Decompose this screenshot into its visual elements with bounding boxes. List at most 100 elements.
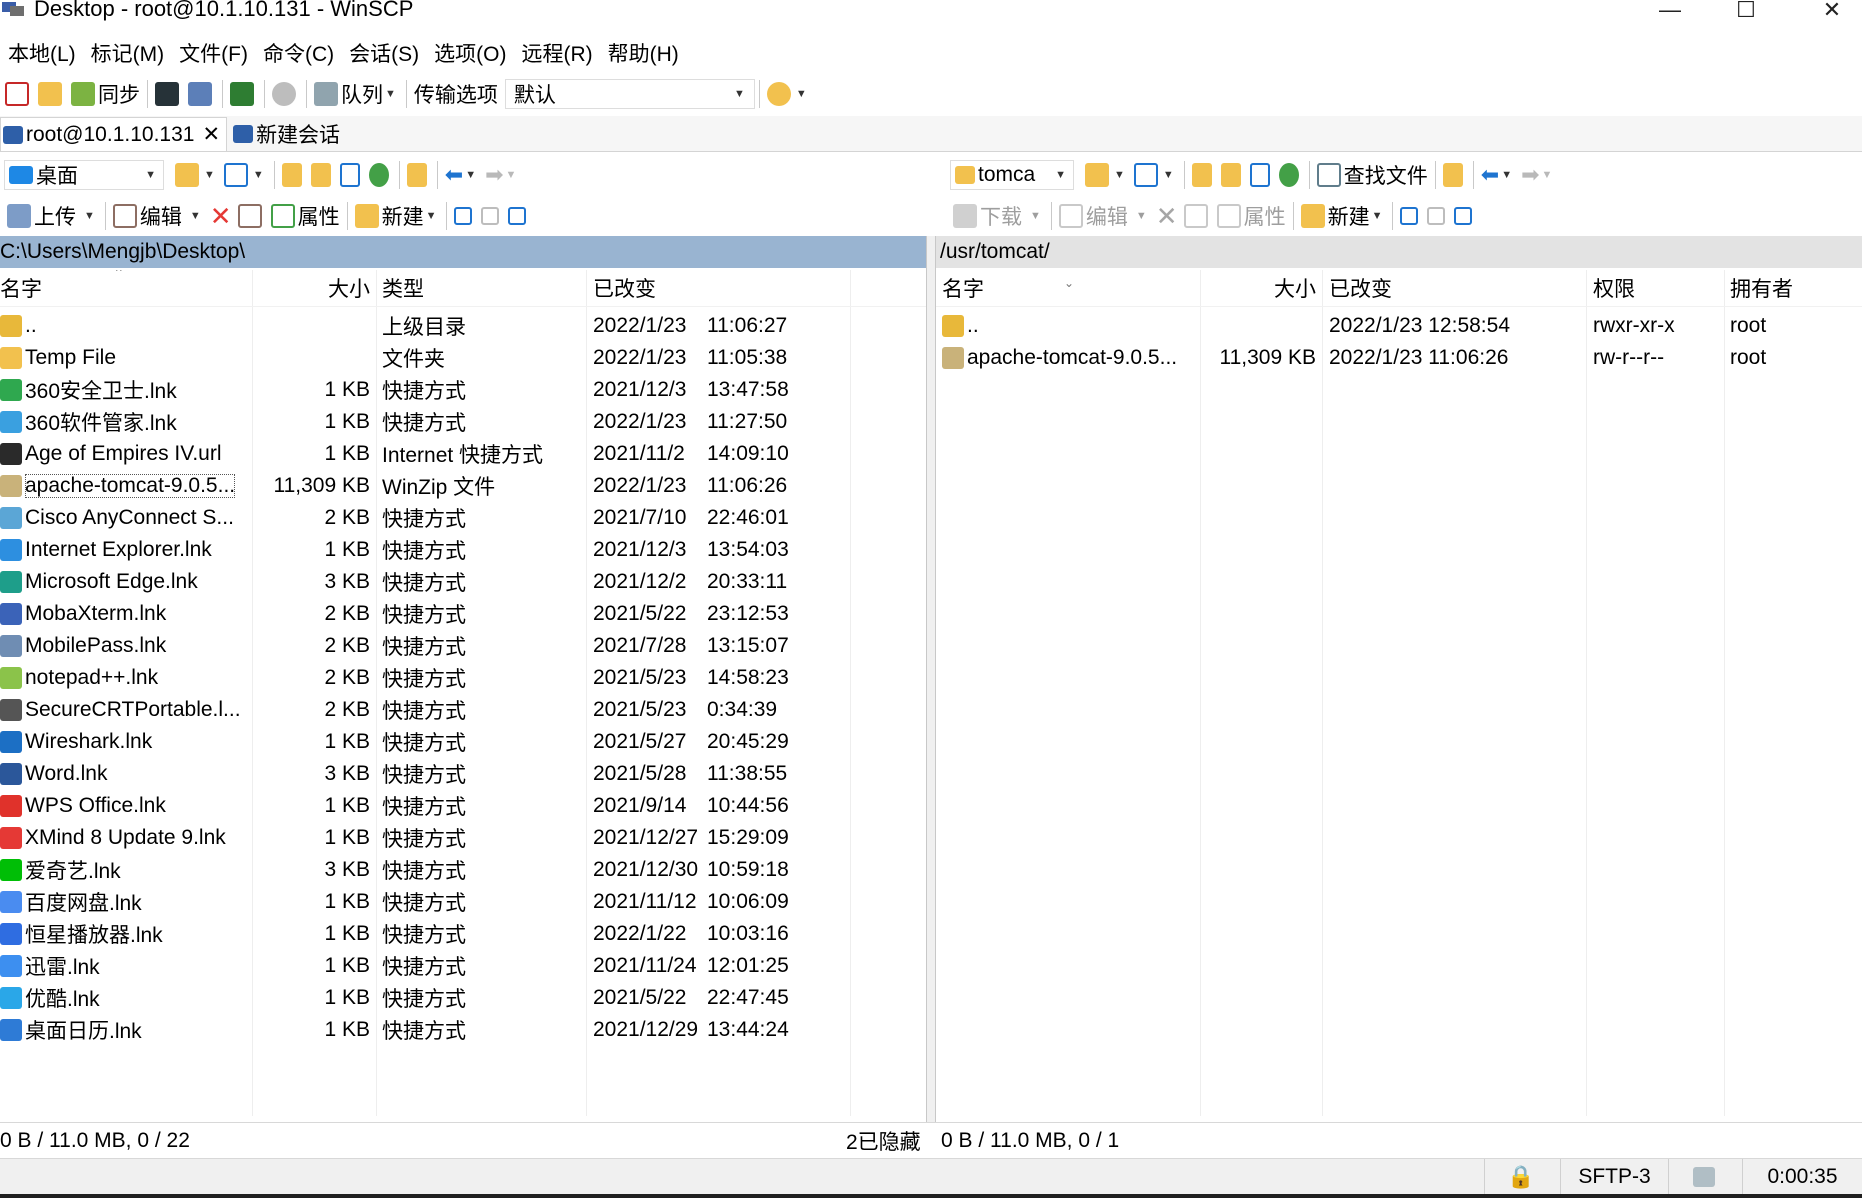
table-row[interactable]: 百度网盘.lnk 1 KB 快捷方式 2021/11/12 10:06:09 <box>0 886 926 918</box>
close-window-button[interactable]: ✕ <box>1802 0 1862 28</box>
table-row[interactable]: 恒星播放器.lnk 1 KB 快捷方式 2022/1/22 10:03:16 <box>0 918 926 950</box>
table-row[interactable]: 桌面日历.lnk 1 KB 快捷方式 2021/12/29 13:44:24 <box>0 1014 926 1046</box>
transfer-settings-button[interactable]: ▼ <box>764 78 813 110</box>
encryption-indicator[interactable]: 🔒 <box>1484 1159 1560 1195</box>
panel-splitter[interactable] <box>926 236 936 1122</box>
local-filter-button[interactable]: ▼ <box>221 159 270 191</box>
table-row[interactable]: Internet Explorer.lnk 1 KB 快捷方式 2021/12/3 13… <box>0 534 926 566</box>
remote-properties-button[interactable]: 属性 <box>1214 200 1289 232</box>
remote-column-header-name[interactable]: 名字 ⌄ <box>942 270 1200 306</box>
synchronize-button[interactable]: 同步 <box>68 78 143 110</box>
remote-column-header-rights[interactable]: 权限 <box>1593 270 1721 306</box>
refresh-session-button[interactable] <box>227 78 260 110</box>
table-row[interactable]: Age of Empires IV.url 1 KB Internet 快捷方式 20… <box>0 438 926 470</box>
table-row[interactable]: .. 2022/1/23 12:58:54 rwxr-xr-x root <box>936 310 1862 342</box>
menu-remote[interactable]: 远程(R) <box>513 38 599 68</box>
table-row[interactable]: SecureCRTPortable.l... 2 KB 快捷方式 2021/5/23 0… <box>0 694 926 726</box>
table-row[interactable]: 爱奇艺.lnk 3 KB 快捷方式 2021/12/30 10:59:18 <box>0 854 926 886</box>
table-row[interactable]: 360安全卫士.lnk 1 KB 快捷方式 2021/12/3 13:47:58 <box>0 374 926 406</box>
queue-button[interactable]: 队列 ▼ <box>311 78 402 110</box>
table-row[interactable]: 迅雷.lnk 1 KB 快捷方式 2021/11/24 12:01:25 <box>0 950 926 982</box>
compare-directories-button[interactable] <box>2 78 35 110</box>
remote-edit-button[interactable]: 编辑 ▼ <box>1056 200 1153 232</box>
local-forward-button[interactable]: ➡ ▼ <box>482 159 522 191</box>
remote-new-button[interactable]: 新建 ▼ <box>1298 200 1389 232</box>
remote-back-button[interactable]: ⬅ ▼ <box>1478 159 1518 191</box>
table-row[interactable]: Microsoft Edge.lnk 3 KB 快捷方式 2021/12/2 20:33… <box>0 566 926 598</box>
table-row[interactable]: Word.lnk 3 KB 快捷方式 2021/5/28 11:38:55 <box>0 758 926 790</box>
remote-home-button[interactable] <box>1247 159 1276 191</box>
menu-help[interactable]: 帮助(H) <box>600 38 686 68</box>
remote-column-header-owner[interactable]: 拥有者 <box>1730 270 1858 306</box>
menu-options[interactable]: 选项(O) <box>426 38 513 68</box>
compression-indicator[interactable] <box>1668 1159 1742 1195</box>
remote-parent-dir-button[interactable] <box>1189 159 1218 191</box>
local-file-list[interactable]: 名字 ^ 大小 类型 已改变 .. 上级目录 2022/1/23 11:06:27 Te… <box>0 270 926 1116</box>
remote-root-dir-button[interactable] <box>1218 159 1247 191</box>
table-row[interactable]: notepad++.lnk 2 KB 快捷方式 2021/5/23 14:58:23 <box>0 662 926 694</box>
local-open-folder-button[interactable]: ▼ <box>172 159 221 191</box>
local-home-button[interactable] <box>337 159 366 191</box>
local-tree-button[interactable] <box>404 159 433 191</box>
upload-button[interactable]: 上传 ▼ <box>4 200 101 232</box>
maximize-button[interactable]: ☐ <box>1716 0 1776 28</box>
remote-column-header-changed[interactable]: 已改变 <box>1329 270 1579 306</box>
local-delete-button[interactable]: ✕ <box>207 200 235 232</box>
remote-select-all-button[interactable] <box>1397 200 1424 232</box>
table-row[interactable]: Wireshark.lnk 1 KB 快捷方式 2021/5/27 20:45:29 <box>0 726 926 758</box>
menu-session[interactable]: 会话(S) <box>341 38 426 68</box>
remote-file-list[interactable]: 名字 ⌄ 大小 已改变 权限 拥有者 .. 2022/1/23 12:58:54 r… <box>936 270 1862 1116</box>
local-properties-button[interactable]: 属性 <box>268 200 343 232</box>
close-tab-button[interactable]: ✕ <box>202 122 220 147</box>
menu-commands[interactable]: 命令(C) <box>255 38 341 68</box>
column-header-size[interactable]: 大小 <box>252 270 370 306</box>
synchronize-browsing-button[interactable] <box>35 78 68 110</box>
table-row[interactable]: MobaXterm.lnk 2 KB 快捷方式 2021/5/22 23:12:53 <box>0 598 926 630</box>
remote-forward-button[interactable]: ➡ ▼ <box>1518 159 1558 191</box>
remote-filter-button[interactable]: ▼ <box>1131 159 1180 191</box>
table-row[interactable]: apache-tomcat-9.0.5... 11,309 KB WinZip 文件… <box>0 470 926 502</box>
table-row[interactable]: WPS Office.lnk 1 KB 快捷方式 2021/9/14 10:44:56 <box>0 790 926 822</box>
local-path-bar[interactable]: C:\Users\Mengjb\Desktop\ <box>0 236 926 268</box>
column-header-changed[interactable]: 已改变 <box>593 270 843 306</box>
remote-invert-selection-button[interactable] <box>1451 200 1478 232</box>
open-putty-button[interactable] <box>185 78 218 110</box>
remote-column-header-size[interactable]: 大小 <box>1200 270 1316 306</box>
download-button[interactable]: 下载 ▼ <box>950 200 1047 232</box>
remote-open-folder-button[interactable]: ▼ <box>1082 159 1131 191</box>
table-row[interactable]: MobilePass.lnk 2 KB 快捷方式 2021/7/28 13:15:07 <box>0 630 926 662</box>
tab-session[interactable]: root@10.1.10.131 ✕ <box>0 117 228 151</box>
menu-local[interactable]: 本地(L) <box>0 38 83 68</box>
local-new-button[interactable]: 新建 ▼ <box>352 200 443 232</box>
open-terminal-button[interactable] <box>152 78 185 110</box>
menu-file[interactable]: 文件(F) <box>171 38 255 68</box>
preferences-button[interactable] <box>269 78 302 110</box>
tab-new-session[interactable]: 新建会话 <box>231 117 346 151</box>
minimize-button[interactable]: — <box>1640 0 1700 28</box>
local-parent-dir-button[interactable] <box>279 159 308 191</box>
column-header-type[interactable]: 类型 <box>382 270 582 306</box>
remote-refresh-button[interactable] <box>1276 159 1305 191</box>
remote-path-bar[interactable]: /usr/tomcat/ <box>936 236 1862 268</box>
remote-delete-button[interactable]: ✕ <box>1153 200 1181 232</box>
column-header-name[interactable]: 名字 ^ <box>0 270 252 306</box>
local-edit-button[interactable]: 编辑 ▼ <box>110 200 207 232</box>
local-rename-button[interactable] <box>235 200 268 232</box>
remote-unselect-button[interactable] <box>1424 200 1451 232</box>
table-row[interactable]: Cisco AnyConnect S... 2 KB 快捷方式 2021/7/10 22… <box>0 502 926 534</box>
local-drive-select[interactable]: 桌面 ▼ <box>4 160 164 190</box>
local-back-button[interactable]: ⬅ ▼ <box>442 159 482 191</box>
remote-drive-select[interactable]: tomca ▼ <box>950 160 1074 190</box>
find-files-button[interactable]: 查找文件 <box>1314 159 1431 191</box>
transfer-preset-select[interactable]: 默认 ▼ <box>504 79 755 109</box>
local-unselect-button[interactable] <box>478 200 505 232</box>
table-row[interactable]: 360软件管家.lnk 1 KB 快捷方式 2022/1/23 11:27:50 <box>0 406 926 438</box>
remote-tree-button[interactable] <box>1440 159 1469 191</box>
table-row[interactable]: .. 上级目录 2022/1/23 11:06:27 <box>0 310 926 342</box>
local-root-dir-button[interactable] <box>308 159 337 191</box>
local-invert-selection-button[interactable] <box>505 200 532 232</box>
local-refresh-button[interactable] <box>366 159 395 191</box>
remote-rename-button[interactable] <box>1181 200 1214 232</box>
local-select-all-button[interactable] <box>451 200 478 232</box>
table-row[interactable]: Temp File 文件夹 2022/1/23 11:05:38 <box>0 342 926 374</box>
